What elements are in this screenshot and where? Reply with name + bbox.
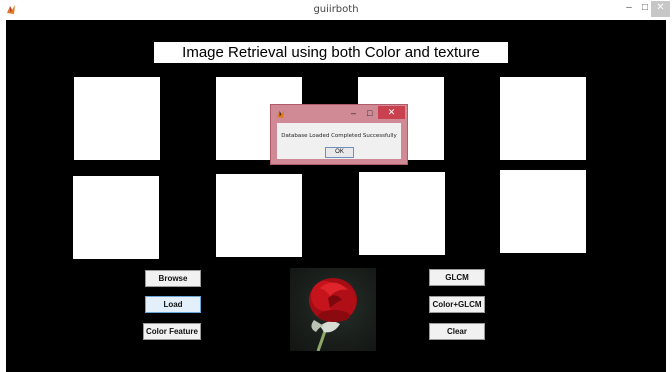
clear-button[interactable]: Clear (429, 323, 485, 340)
browse-button[interactable]: Browse (145, 270, 201, 287)
result-image-6 (216, 174, 302, 257)
minimize-button[interactable]: – (621, 1, 637, 17)
matlab-icon (276, 109, 285, 119)
dialog-close-button[interactable]: ✕ (378, 106, 405, 119)
window-title: guiirboth (313, 4, 359, 15)
dialog-maximize-button[interactable]: □ (367, 108, 372, 118)
color-glcm-button[interactable]: Color+GLCM (429, 296, 485, 313)
window-titlebar: guiirboth – □ ✕ (0, 0, 672, 20)
result-image-5 (73, 176, 159, 259)
page-title: Image Retrieval using both Color and tex… (154, 42, 508, 63)
result-image-1 (74, 77, 160, 160)
result-image-7 (359, 172, 445, 255)
ok-button[interactable]: OK (325, 147, 354, 158)
rose-image (309, 278, 357, 351)
load-button[interactable]: Load (145, 296, 201, 313)
glcm-button[interactable]: GLCM (429, 269, 485, 286)
query-image-preview (290, 268, 376, 351)
dialog-message: Database Loaded Completed Successfully (281, 133, 397, 139)
result-image-8 (500, 170, 586, 253)
dialog-minimize-button[interactable]: – (351, 108, 356, 118)
message-dialog: – □ ✕ Database Loaded Completed Successf… (270, 104, 408, 165)
close-button[interactable]: ✕ (651, 1, 670, 17)
dialog-body: Database Loaded Completed Successfully O… (277, 123, 401, 159)
color-feature-button[interactable]: Color Feature (143, 323, 201, 340)
result-image-4 (500, 77, 586, 160)
